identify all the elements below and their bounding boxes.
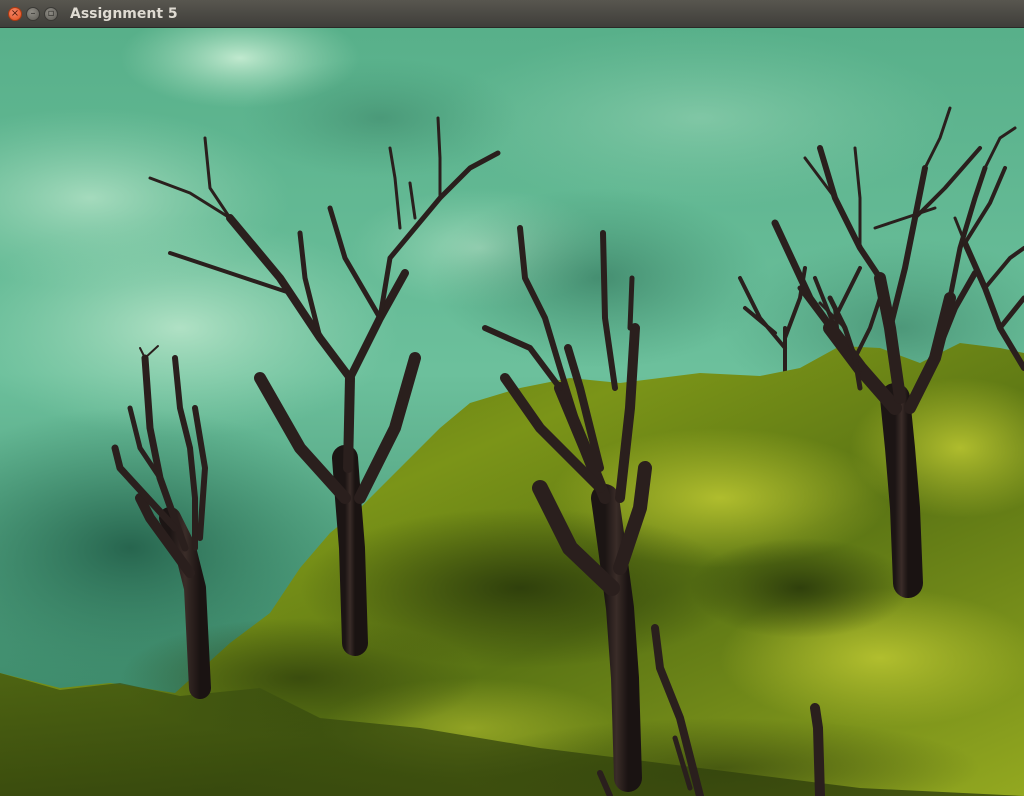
app-window: × – ▫ Assignment 5: [0, 0, 1024, 796]
window-controls: × – ▫: [8, 6, 58, 21]
scene-canvas: [0, 28, 1024, 796]
close-icon[interactable]: ×: [8, 6, 22, 21]
title-bar[interactable]: × – ▫ Assignment 5: [0, 0, 1024, 28]
maximize-icon[interactable]: ▫: [44, 6, 58, 21]
minimize-icon[interactable]: –: [26, 6, 40, 21]
render-viewport[interactable]: [0, 28, 1024, 796]
window-title: Assignment 5: [70, 5, 178, 22]
